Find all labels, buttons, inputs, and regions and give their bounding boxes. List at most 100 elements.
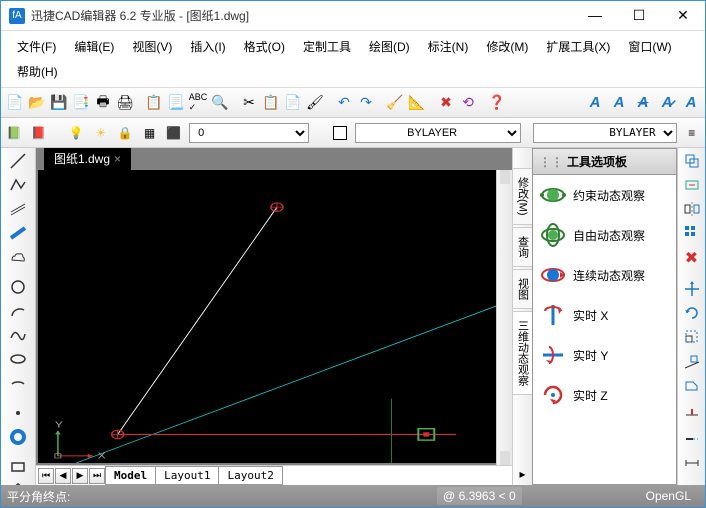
- scale-icon[interactable]: [682, 328, 702, 346]
- circle-icon[interactable]: [8, 278, 28, 296]
- color-icon[interactable]: ⬛: [165, 125, 183, 141]
- tool-d-icon[interactable]: ⟲: [458, 93, 478, 113]
- tab-layout1[interactable]: Layout1: [155, 466, 219, 485]
- minimize-button[interactable]: —: [581, 7, 609, 24]
- point-icon[interactable]: [8, 404, 28, 422]
- palette-item-realtime-x[interactable]: 实时 X: [539, 301, 670, 329]
- palette-item-realtime-z[interactable]: 实时 Z: [539, 381, 670, 409]
- vtab-modify[interactable]: 修改(M): [512, 168, 534, 225]
- text-a4-icon[interactable]: A̷: [657, 93, 677, 113]
- tab-next-button[interactable]: ▶: [72, 468, 88, 484]
- menu-customtools[interactable]: 定制工具: [295, 35, 359, 58]
- tab-prev-button[interactable]: ◀: [55, 468, 71, 484]
- tool-c-icon[interactable]: 📐: [407, 93, 427, 113]
- saveall-icon[interactable]: 📑: [71, 93, 91, 113]
- copy-tool-icon[interactable]: [682, 152, 702, 170]
- extend-icon[interactable]: [682, 430, 702, 448]
- text-a2-icon[interactable]: A: [609, 93, 629, 113]
- sun-icon[interactable]: ☀: [92, 125, 110, 141]
- linetype-combo[interactable]: BYLAYER: [533, 123, 676, 143]
- matchprop-icon[interactable]: 🖌: [305, 93, 325, 113]
- menu-view[interactable]: 视图(V): [124, 35, 180, 58]
- vtab-3dorbit[interactable]: 三维动态观察: [512, 311, 534, 395]
- new-icon[interactable]: 📄: [5, 93, 25, 113]
- menu-file[interactable]: 文件(F): [9, 35, 64, 58]
- thick-line-icon[interactable]: [8, 224, 28, 242]
- find-icon[interactable]: 🔍: [210, 93, 230, 113]
- ellipse-arc-icon[interactable]: [8, 374, 28, 392]
- text-a1-icon[interactable]: A: [585, 93, 605, 113]
- swatch-icon[interactable]: [331, 125, 349, 141]
- layer-icon[interactable]: ▦: [140, 125, 158, 141]
- document-tab[interactable]: 图纸1.dwg×: [44, 148, 131, 170]
- vtab-query[interactable]: 查询: [512, 227, 534, 267]
- menu-modify[interactable]: 修改(M): [478, 35, 536, 58]
- open-icon[interactable]: 📂: [27, 93, 47, 113]
- maximize-button[interactable]: ☐: [625, 7, 653, 24]
- palette-item-orbit-constrained[interactable]: 约束动态观察: [539, 181, 670, 209]
- print-icon[interactable]: 🖶: [93, 93, 113, 113]
- edit-length-icon[interactable]: [682, 454, 702, 472]
- rotate-icon[interactable]: [682, 304, 702, 322]
- palette-grip-icon[interactable]: ⋮⋮: [539, 155, 563, 169]
- vertical-scrollbar[interactable]: [496, 170, 512, 465]
- undo-icon[interactable]: ↶: [334, 93, 354, 113]
- cloud-icon[interactable]: [8, 248, 28, 266]
- tab-first-button[interactable]: ⏮: [38, 468, 54, 484]
- double-line-icon[interactable]: [8, 200, 28, 218]
- text-a5-icon[interactable]: A: [681, 93, 701, 113]
- layer-combo[interactable]: 0: [189, 123, 309, 143]
- menu-window[interactable]: 窗口(W): [620, 35, 679, 58]
- menu-draw[interactable]: 绘图(D): [361, 35, 418, 58]
- paste-icon[interactable]: 📄: [283, 93, 303, 113]
- erase-icon[interactable]: 🧹: [385, 93, 405, 113]
- vtab-collapse-icon[interactable]: ▸: [515, 463, 529, 485]
- menu-edit[interactable]: 编辑(E): [66, 35, 122, 58]
- palette-item-orbit-free[interactable]: 自由动态观察: [539, 221, 670, 249]
- tab-model[interactable]: Model: [105, 466, 156, 485]
- menu-help[interactable]: 帮助(H): [9, 60, 66, 83]
- save-icon[interactable]: 💾: [49, 93, 69, 113]
- palette-item-orbit-continuous[interactable]: 连续动态观察: [539, 261, 670, 289]
- close-button[interactable]: ✕: [669, 7, 697, 24]
- tab-layout2[interactable]: Layout2: [218, 466, 282, 485]
- move-icon[interactable]: [682, 280, 702, 298]
- help-icon[interactable]: ❓: [487, 93, 507, 113]
- ellipse-icon[interactable]: [8, 350, 28, 368]
- menu-exttools[interactable]: 扩展工具(X): [538, 35, 618, 58]
- array-icon[interactable]: [682, 224, 702, 242]
- color-combo[interactable]: BYLAYER: [355, 123, 521, 143]
- printpreview-icon[interactable]: 🖨: [115, 93, 135, 113]
- delete-icon[interactable]: ✖: [682, 248, 702, 268]
- menu-format[interactable]: 格式(O): [236, 35, 293, 58]
- book-icon[interactable]: 📗: [5, 125, 23, 141]
- mirror-icon[interactable]: [682, 200, 702, 218]
- vtab-view[interactable]: 视图: [512, 269, 534, 309]
- stretch-icon[interactable]: [682, 376, 702, 394]
- copy-icon[interactable]: 📋: [261, 93, 281, 113]
- trim-icon[interactable]: [682, 406, 702, 424]
- tab-last-button[interactable]: ⏭: [89, 468, 105, 484]
- palette-item-realtime-y[interactable]: 实时 Y: [539, 341, 670, 369]
- cancel-icon[interactable]: ✖: [436, 93, 456, 113]
- menu-insert[interactable]: 插入(I): [182, 35, 233, 58]
- redo-icon[interactable]: ↷: [356, 93, 376, 113]
- tab-close-icon[interactable]: ×: [114, 152, 121, 166]
- spell-icon[interactable]: ABC✓: [188, 93, 208, 113]
- bulb-icon[interactable]: 💡: [67, 125, 85, 141]
- cut-icon[interactable]: ✂: [239, 93, 259, 113]
- spline-icon[interactable]: [8, 326, 28, 344]
- linetype-icon[interactable]: ≡: [683, 125, 701, 141]
- book2-icon[interactable]: 📕: [29, 125, 47, 141]
- canvas[interactable]: X Y: [38, 170, 496, 463]
- offset-icon[interactable]: [682, 176, 702, 194]
- polyline-icon[interactable]: [8, 176, 28, 194]
- menu-dim[interactable]: 标注(N): [420, 35, 477, 58]
- align-icon[interactable]: [682, 352, 702, 370]
- tool-b-icon[interactable]: 📃: [166, 93, 186, 113]
- tool-a-icon[interactable]: 📋: [144, 93, 164, 113]
- lock-icon[interactable]: 🔒: [116, 125, 134, 141]
- arc-icon[interactable]: [8, 302, 28, 320]
- donut-icon[interactable]: [8, 428, 28, 446]
- line-icon[interactable]: [8, 152, 28, 170]
